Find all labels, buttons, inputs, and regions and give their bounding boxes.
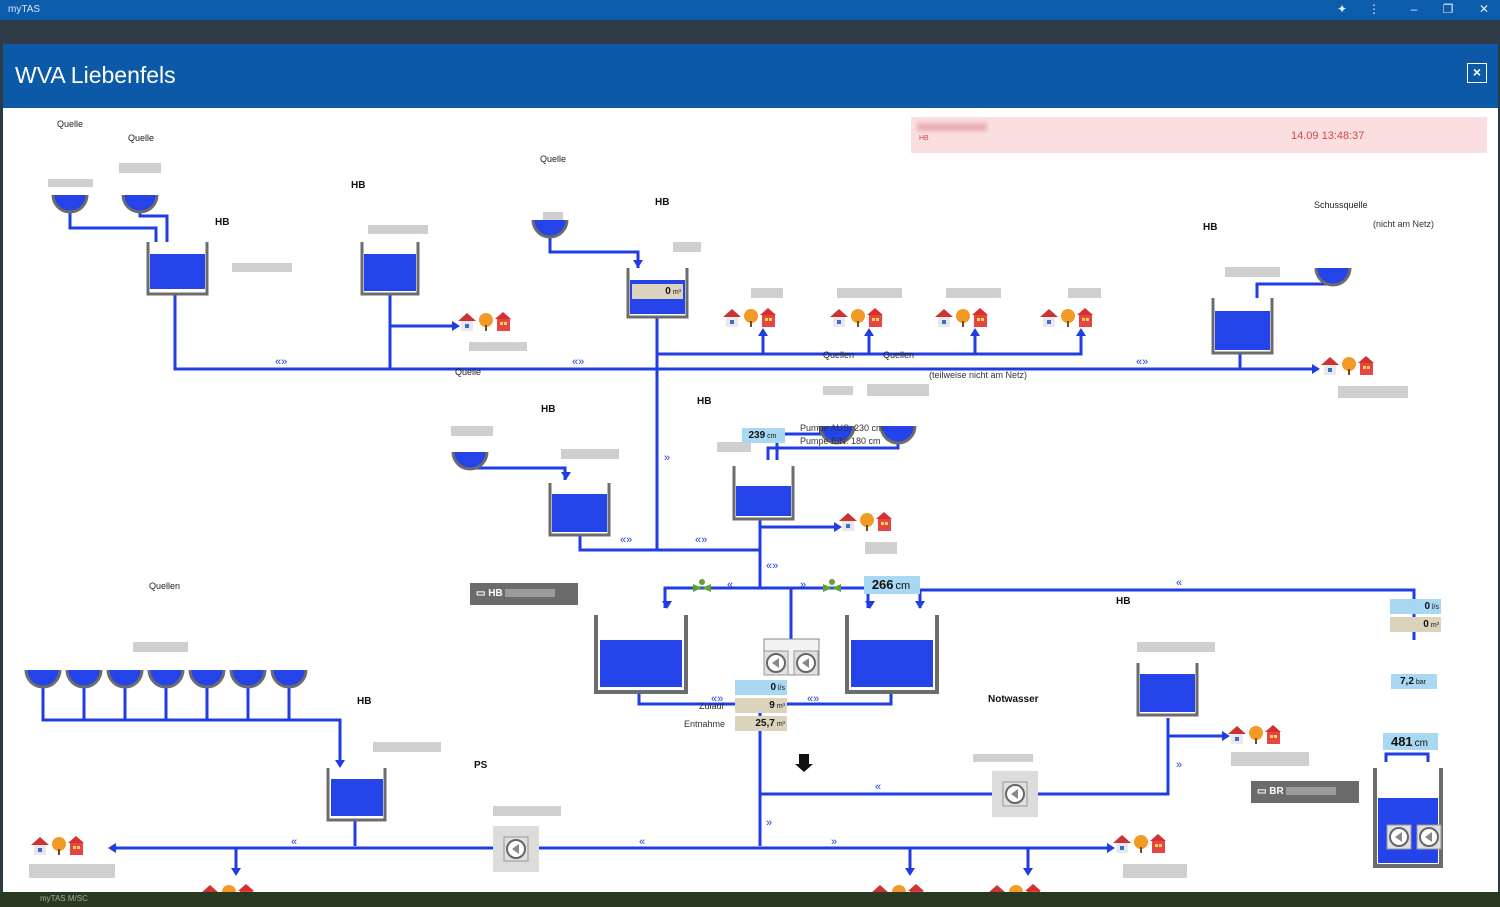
down-arrow-icon — [795, 754, 813, 772]
label-entnahme: Entnahme — [684, 719, 726, 729]
background-app — [0, 20, 1500, 44]
label-quelle-4: Quelle — [455, 367, 482, 377]
br-volume-value: 0 m³ — [1390, 617, 1441, 632]
alarm-time: 14.09 13:48:37 — [1291, 130, 1365, 142]
taskbar-strip: myTAS M/SC — [0, 892, 1500, 907]
svg-text:«»: «» — [766, 560, 778, 572]
flow-markers: «» «» «» «» «»«» «» «» « ««»« »«»»» — [275, 356, 1182, 848]
svg-text:»: » — [800, 579, 806, 591]
label-hb-6: HB — [697, 396, 712, 407]
label-quellen-2: Quellen — [883, 350, 915, 360]
svg-text:«: « — [875, 781, 881, 793]
menu-icon[interactable]: ⋮ — [1366, 2, 1382, 16]
label-hb-4: HB — [1203, 222, 1218, 233]
nav-redacted — [505, 589, 556, 598]
window-titlebar: myTAS ✦ ⋮ – ❐ ✕ — [0, 0, 1500, 20]
hb-mid-level: 239 cm — [742, 428, 785, 443]
br-pressure-value: 7,2 bar — [1391, 674, 1437, 689]
close-button[interactable]: × — [1467, 63, 1487, 83]
hb-top-volume: 0 m³ — [632, 284, 683, 299]
nav-button-br[interactable]: ▭ BR — [1251, 781, 1359, 803]
label-zulauf: Zulauf — [699, 701, 725, 711]
br-flow-value: 0 l/s — [1390, 599, 1441, 614]
minimize-icon[interactable]: – — [1406, 2, 1422, 16]
svg-text:«: « — [727, 579, 733, 591]
svg-text:«»: «» — [572, 356, 584, 368]
label-schussquelle: Schussquelle — [1314, 200, 1368, 210]
scheme-dialog: WVA Liebenfels × «» «» «» «» «» «» «» « … — [3, 44, 1498, 892]
label-hb-1: HB — [215, 217, 230, 228]
nav-redacted — [1286, 787, 1337, 796]
app-title: myTAS — [8, 4, 41, 15]
arrowheads — [108, 260, 1320, 876]
dialog-title: WVA Liebenfels — [15, 62, 176, 88]
label-quelle-3: Quelle — [540, 154, 567, 164]
flow-value: 0 l/s — [735, 680, 787, 695]
monitor-icon: ▭ — [1257, 786, 1267, 797]
monitor-icon: ▭ — [476, 588, 486, 599]
svg-text:«: « — [639, 836, 645, 848]
label-teilweise: (teilweise nicht am Netz) — [929, 370, 1028, 380]
svg-text:«: « — [1176, 577, 1182, 589]
dialog-header: WVA Liebenfels × — [3, 44, 1498, 108]
tanks — [146, 242, 1443, 868]
svg-text:»: » — [1176, 759, 1182, 771]
label-quelle-2: Quelle — [128, 133, 155, 143]
label-hb-5: HB — [541, 404, 556, 415]
taskbar-label: myTAS M/SC — [40, 894, 88, 903]
label-pumpe-ein: Pumpe EIN: 180 cm — [800, 436, 881, 446]
label-hb-3: HB — [655, 197, 670, 208]
label-ps: PS — [474, 760, 488, 771]
label-hb-8: HB — [357, 696, 372, 707]
extension-icon[interactable]: ✦ — [1334, 2, 1350, 16]
redacted-labels — [29, 163, 1408, 878]
svg-text:«»: «» — [695, 534, 707, 546]
valve-icons — [693, 579, 841, 592]
pipes — [41, 196, 1430, 870]
label-notwasser: Notwasser — [988, 694, 1039, 705]
svg-text:«»: «» — [1136, 356, 1148, 368]
label-quellen-3: Quellen — [149, 581, 181, 591]
alarm-prefix: HB — [919, 135, 929, 142]
zulauf-value: 9 m³ — [735, 698, 787, 713]
svg-text:«»: «» — [620, 534, 632, 546]
svg-text:«»: «» — [275, 356, 287, 368]
svg-text:»: » — [831, 836, 837, 848]
svg-text:»: » — [766, 817, 772, 829]
label-hb-7: HB — [1116, 596, 1131, 607]
label-quelle-1: Quelle — [57, 119, 84, 129]
alarm-redacted — [917, 123, 987, 131]
label-pumpe-aus: Pumpe AUS: 230 cm — [800, 423, 884, 433]
label-quellen-1: Quellen — [823, 350, 855, 360]
label-hb-2: HB — [351, 180, 366, 191]
window-close-icon[interactable]: ✕ — [1476, 2, 1492, 16]
main-right-level: 266 cm — [864, 576, 920, 594]
svg-text:«: « — [291, 836, 297, 848]
alarm-banner[interactable]: HB 14.09 13:48:37 — [911, 117, 1487, 153]
restore-icon[interactable]: ❐ — [1440, 2, 1456, 16]
entnahme-value: 25,7 m³ — [735, 716, 787, 731]
label-nicht-am-netz: (nicht am Netz) — [1373, 219, 1435, 229]
svg-text:»: » — [664, 452, 670, 464]
nav-button-hb[interactable]: ▭ HB — [470, 583, 578, 605]
svg-text:«»: «» — [807, 693, 819, 705]
br-level-value: 481 cm — [1383, 733, 1438, 750]
